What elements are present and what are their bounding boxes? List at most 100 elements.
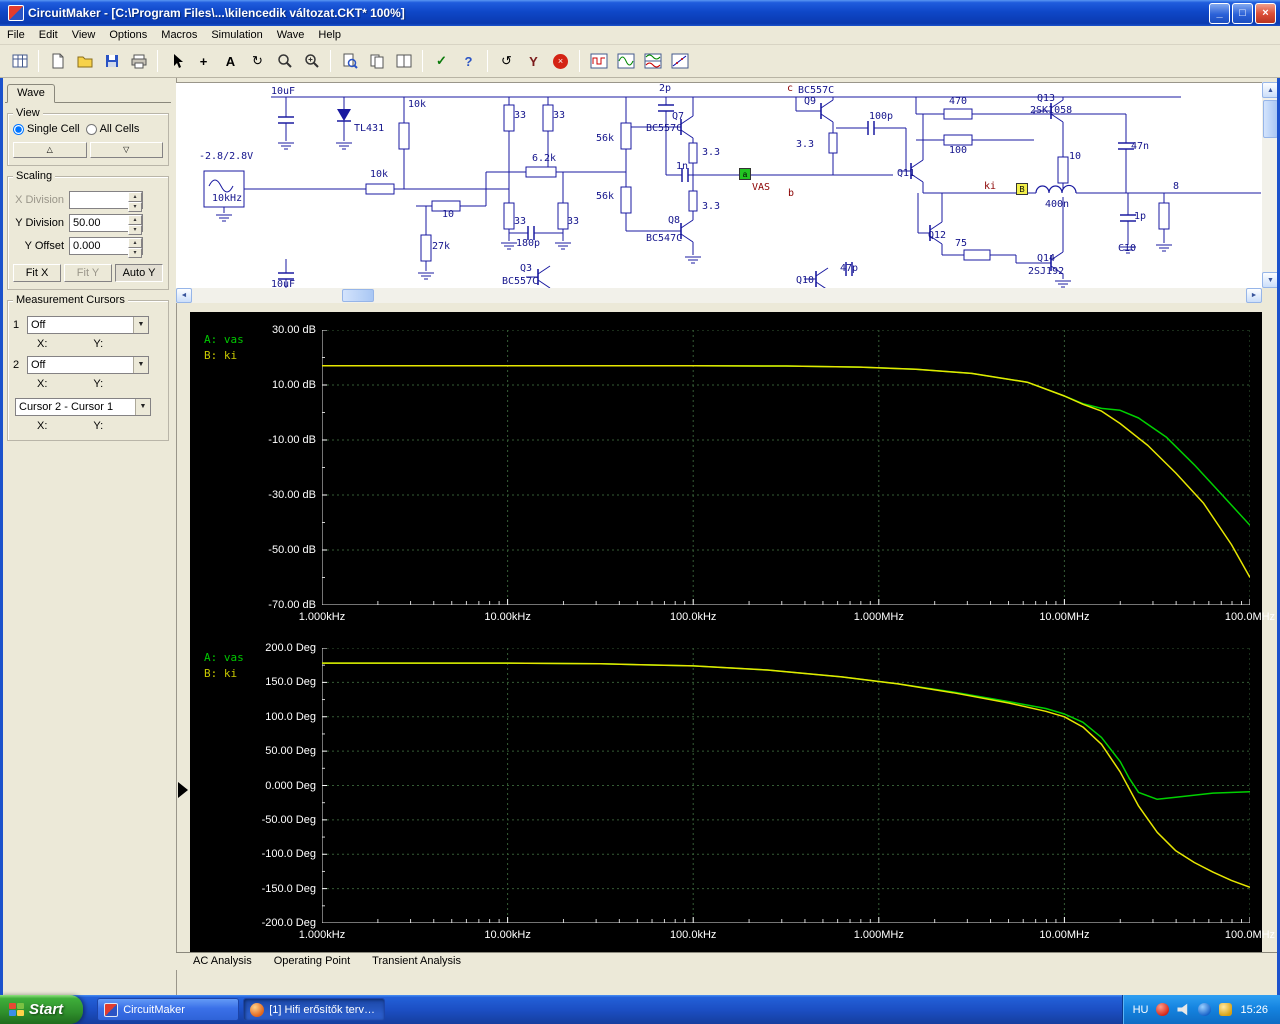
menu-wave[interactable]: Wave: [270, 27, 312, 43]
component-label: 10k: [370, 169, 389, 180]
cell-up-button[interactable]: △: [13, 142, 87, 158]
component-label: Q3: [520, 263, 533, 274]
volume-icon[interactable]: [1177, 1003, 1188, 1016]
menu-macros[interactable]: Macros: [154, 27, 204, 43]
digital-scope-icon[interactable]: [586, 49, 611, 74]
y-offset-spinner[interactable]: ▴ ▾: [128, 238, 142, 258]
auto-y-button[interactable]: Auto Y: [115, 264, 163, 282]
trace-vas: [322, 365, 1250, 526]
waveform-panel[interactable]: A: vas B: ki A: vas B: ki 30.00 dB 10.00 dB…: [190, 312, 1275, 952]
scroll-left-icon[interactable]: ◄: [176, 288, 192, 303]
pane-splitter-handle[interactable]: [178, 782, 188, 798]
multi-page-icon[interactable]: [364, 49, 389, 74]
menu-view[interactable]: View: [65, 27, 103, 43]
schematic-viewport[interactable]: 10uF TL431 10k 33 33 2p Q7 BC557C 56k 3.3 1n VAS 3.3…: [176, 82, 1262, 288]
component-label: 10: [442, 209, 455, 220]
spin-down-icon[interactable]: ▾: [128, 202, 142, 212]
x-division-spinner[interactable]: ▴ ▾: [128, 192, 142, 212]
taskbar-task-browser[interactable]: [1] Hifi erősítők terve...: [243, 998, 386, 1021]
probe-marker[interactable]: B: [1016, 183, 1028, 195]
cursor2-select[interactable]: Off ▼: [27, 356, 149, 374]
measurement-cursors-group: Measurement Cursors 1 Off ▼ X: Y: 2 Off …: [7, 294, 169, 441]
fit-y-button[interactable]: Fit Y: [64, 264, 112, 282]
start-button[interactable]: Start: [0, 995, 84, 1024]
security-center-icon[interactable]: [1156, 1003, 1170, 1016]
y-division-spinner[interactable]: ▴ ▾: [128, 215, 142, 235]
zoom-tool-icon[interactable]: [272, 49, 297, 74]
probe-tool-icon[interactable]: Y: [521, 49, 546, 74]
clock[interactable]: 15:26: [1240, 1004, 1268, 1016]
component-label: 470: [949, 96, 968, 107]
y-tick-label: -30.00 dB: [268, 489, 316, 501]
vertical-scroll-thumb[interactable]: [1263, 100, 1278, 138]
schematic-horizontal-scrollbar[interactable]: ◄ ►: [176, 288, 1262, 303]
updates-icon[interactable]: [1219, 1003, 1233, 1016]
spin-down-icon[interactable]: ▾: [128, 225, 142, 235]
y-tick-label: -50.00 Deg: [261, 813, 316, 826]
windows-flag-icon: [9, 1002, 24, 1017]
menu-edit[interactable]: Edit: [32, 27, 65, 43]
fit-x-button[interactable]: Fit X: [13, 264, 61, 282]
run-simulation-icon[interactable]: ✓: [429, 49, 454, 74]
wire-tool-icon[interactable]: +: [191, 49, 216, 74]
find-part-icon[interactable]: [337, 49, 362, 74]
menu-file[interactable]: File: [0, 27, 32, 43]
tab-wave[interactable]: Wave: [7, 84, 55, 103]
print-icon[interactable]: [126, 49, 151, 74]
scroll-right-icon[interactable]: ►: [1246, 288, 1262, 303]
save-icon[interactable]: [99, 49, 124, 74]
x-division-input[interactable]: ▴ ▾: [69, 191, 143, 212]
taskbar-task-circuitmaker[interactable]: CircuitMaker: [97, 998, 240, 1021]
scaling-group: Scaling X Division ▴ ▾ Y Division 50.00 ▴…: [7, 170, 169, 290]
y-division-input[interactable]: 50.00 ▴ ▾: [69, 214, 143, 235]
tab-ac-analysis[interactable]: AC Analysis: [180, 953, 265, 970]
cursor-diff-select[interactable]: Cursor 2 - Cursor 1 ▼: [15, 398, 151, 416]
reset-simulation-icon[interactable]: ↺: [494, 49, 519, 74]
new-file-icon[interactable]: [45, 49, 70, 74]
component-label: 10kHz: [212, 193, 243, 204]
trace-ki: [322, 365, 1250, 578]
y-tick-label: -150.0 Deg: [261, 882, 316, 895]
spin-down-icon[interactable]: ▾: [128, 248, 142, 258]
close-button[interactable]: ×: [1255, 2, 1276, 24]
toolbar-separator: [487, 50, 488, 72]
spin-up-icon[interactable]: ▴: [128, 215, 142, 225]
y-offset-input[interactable]: 0.000 ▴ ▾: [69, 237, 143, 258]
select-tool-icon[interactable]: [164, 49, 189, 74]
zoom-select-icon[interactable]: [299, 49, 324, 74]
all-cells-radio[interactable]: [85, 123, 97, 135]
cursor2-index: 2: [13, 359, 20, 371]
restore-button[interactable]: □: [1232, 2, 1253, 24]
analog-scope-icon[interactable]: [613, 49, 638, 74]
view-group-label: View: [13, 107, 43, 119]
cell-down-button[interactable]: ▽: [89, 142, 163, 158]
text-tool-icon[interactable]: A: [218, 49, 243, 74]
split-scope-icon[interactable]: [640, 49, 665, 74]
xy-scope-icon[interactable]: [667, 49, 692, 74]
component-label: 3.3: [702, 147, 721, 158]
probe-marker[interactable]: a: [739, 168, 751, 180]
menu-options[interactable]: Options: [102, 27, 154, 43]
title-bar[interactable]: CircuitMaker - [C:\Program Files\...\kil…: [0, 0, 1280, 26]
menu-simulation[interactable]: Simulation: [204, 27, 269, 43]
component-label: 33: [514, 110, 527, 121]
stop-simulation-icon[interactable]: ×: [548, 49, 573, 74]
tab-operating-point[interactable]: Operating Point: [261, 953, 363, 970]
help-icon[interactable]: ?: [456, 49, 481, 74]
split-window-icon[interactable]: [391, 49, 416, 74]
x-tick-label: 1.000MHz: [853, 929, 904, 941]
open-file-icon[interactable]: [72, 49, 97, 74]
menu-help[interactable]: Help: [311, 27, 348, 43]
messenger-icon[interactable]: [1198, 1003, 1212, 1016]
part-browser-icon[interactable]: [7, 49, 32, 74]
language-indicator[interactable]: HU: [1133, 1004, 1149, 1016]
cursor1-select[interactable]: Off ▼: [27, 316, 149, 334]
tab-transient-analysis[interactable]: Transient Analysis: [359, 953, 474, 970]
spin-up-icon[interactable]: ▴: [128, 238, 142, 248]
scaling-group-label: Scaling: [13, 170, 56, 182]
rotate-tool-icon[interactable]: ↻: [245, 49, 270, 74]
spin-up-icon[interactable]: ▴: [128, 192, 142, 202]
minimize-button[interactable]: _: [1209, 2, 1230, 24]
single-cell-radio[interactable]: [13, 123, 24, 135]
horizontal-scroll-thumb[interactable]: [342, 289, 374, 302]
